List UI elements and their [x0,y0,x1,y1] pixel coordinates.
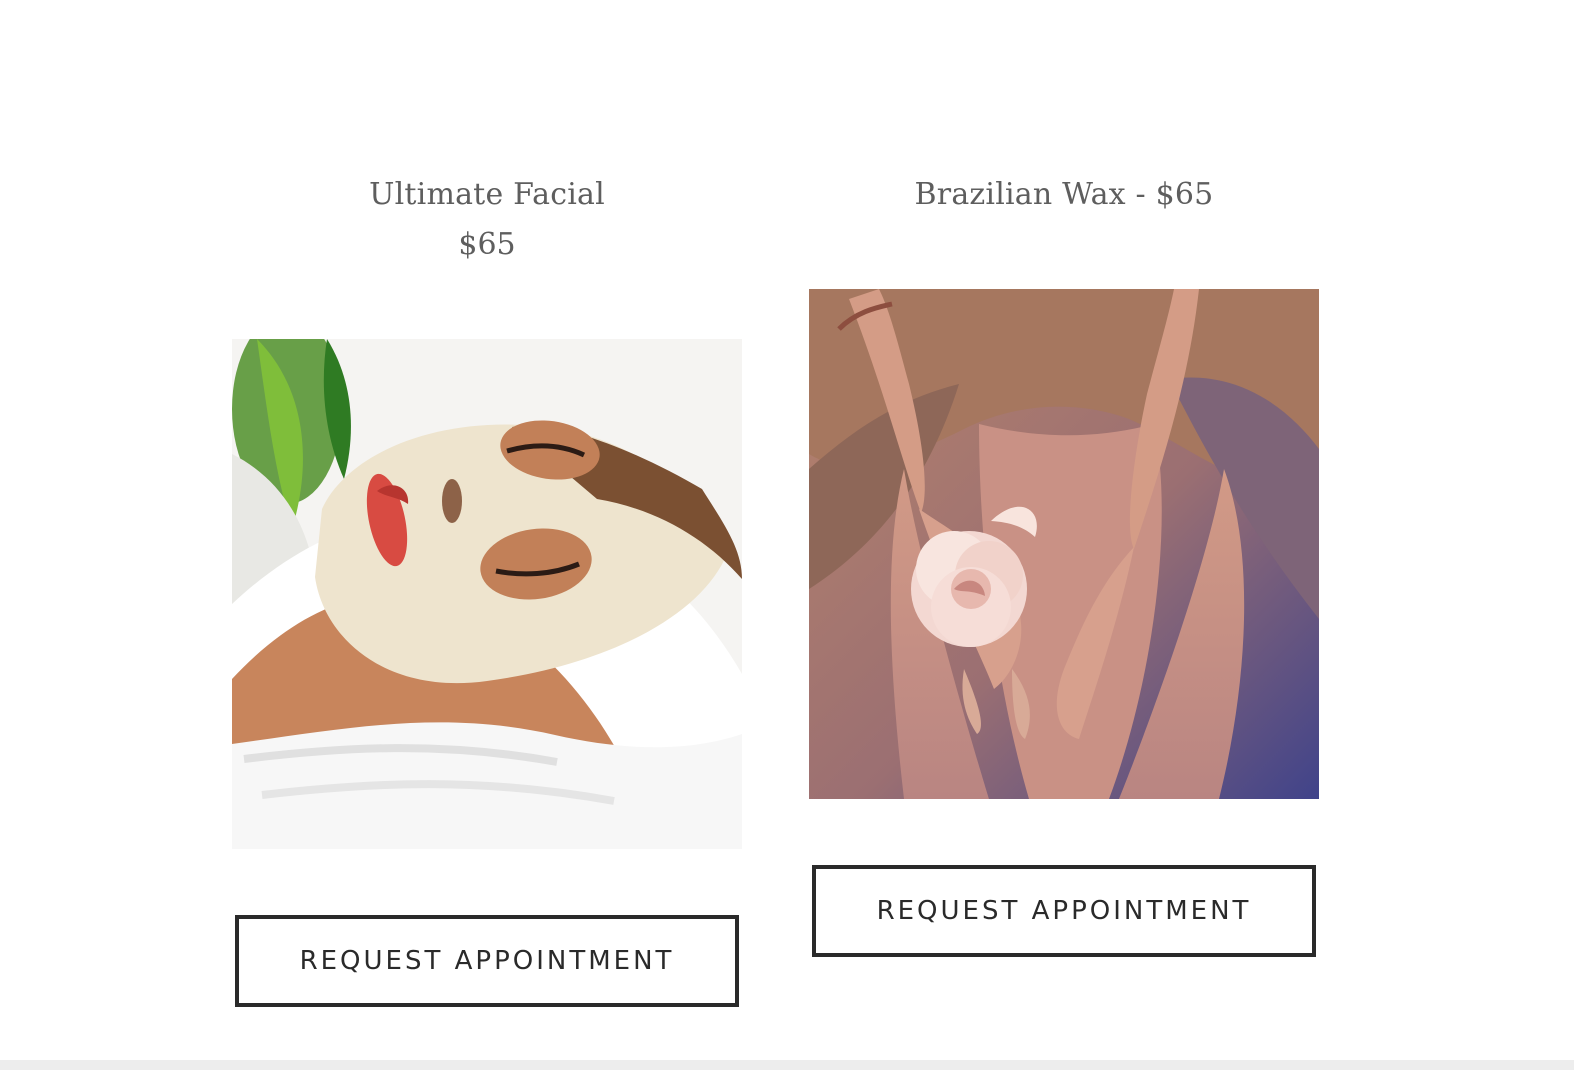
brazilian-wax-image [809,289,1319,799]
request-appointment-button[interactable]: REQUEST APPOINTMENT [235,915,739,1007]
service-title: Brazilian Wax - $65 [914,177,1214,212]
service-card-ultimate-facial: Ultimate Facial $65 REQUEST APPOINTMENT [232,170,742,1007]
service-price: $65 [458,227,516,262]
request-appointment-button[interactable]: REQUEST APPOINTMENT [812,865,1316,957]
page-bottom-strip [0,1060,1574,1070]
service-title: Ultimate Facial [369,177,605,212]
facial-treatment-image [232,339,742,849]
service-card-brazilian-wax: Brazilian Wax - $65 REQUEST APPOINTMENT [809,170,1319,957]
